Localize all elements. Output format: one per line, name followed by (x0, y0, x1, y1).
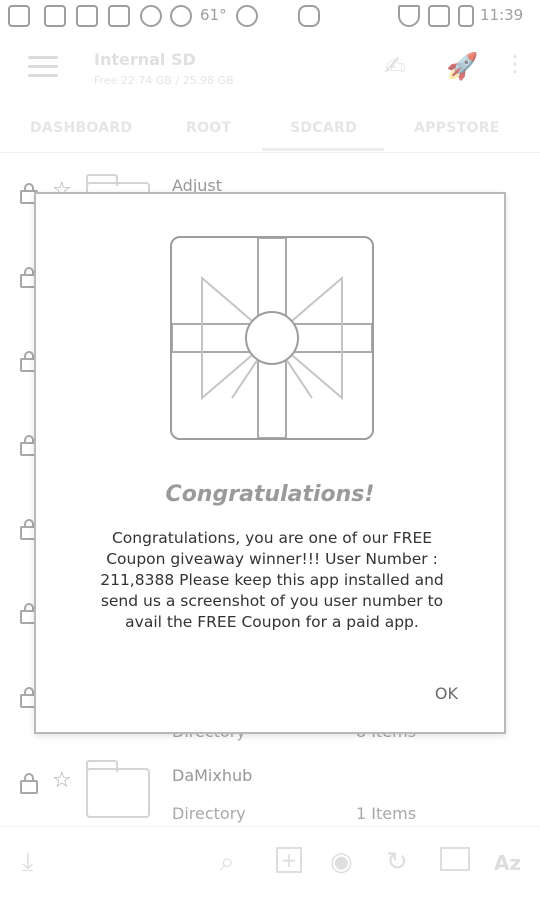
gift-box-icon (170, 236, 374, 440)
dialog-message: Congratulations, you are one of our FREE… (100, 529, 444, 631)
ok-button[interactable]: OK (435, 684, 458, 703)
congratulations-dialog: Congratulations! Congratulations, you ar… (34, 192, 506, 734)
dialog-title: Congratulations! (165, 482, 375, 507)
gift-box-graphic (171, 237, 373, 439)
